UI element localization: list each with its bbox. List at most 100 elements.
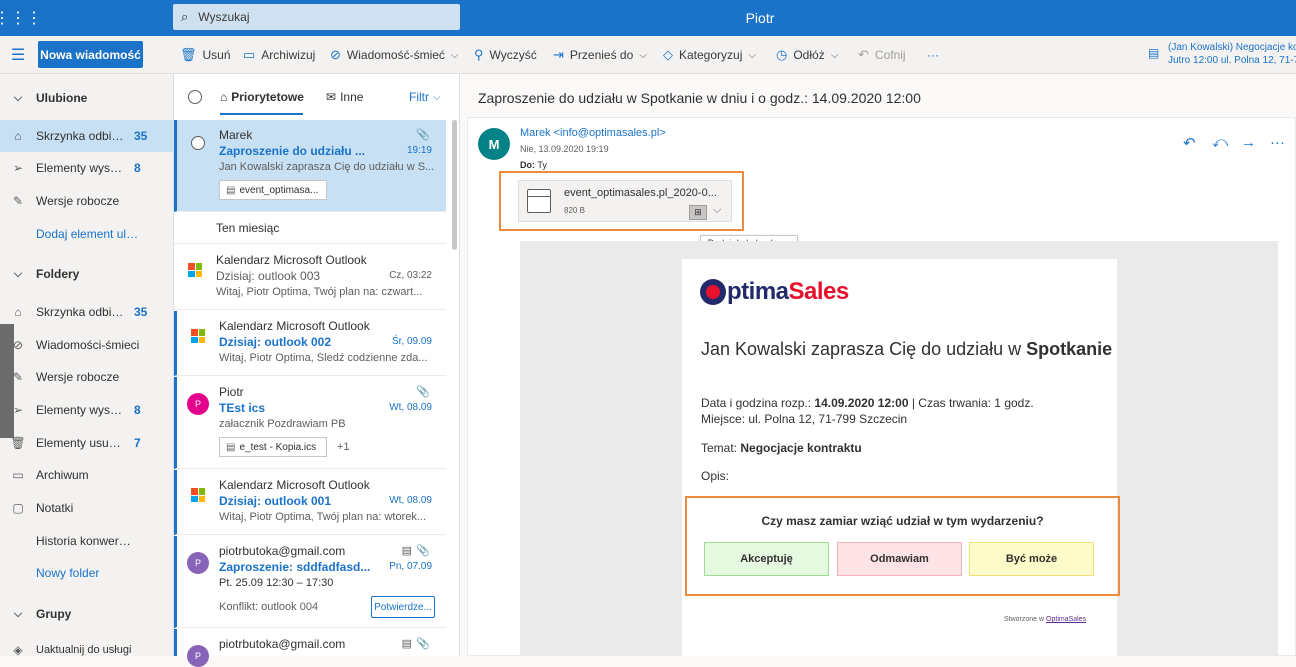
calendar-icon: ▤: [226, 184, 236, 196]
search-box[interactable]: ⌕ Wyszukaj: [173, 4, 460, 30]
tag-icon: ◇: [663, 47, 673, 62]
pane-resize-handle[interactable]: [0, 324, 14, 438]
more-attachments[interactable]: +1: [337, 441, 350, 453]
email-body: [682, 259, 1117, 656]
avatar: P: [187, 645, 209, 667]
new-message-button[interactable]: Nowa wiadomość: [38, 41, 143, 68]
new-folder-link[interactable]: Nowy folder: [0, 557, 173, 589]
confirm-button[interactable]: Potwierdze...: [371, 596, 435, 618]
calendar-icon: ▤: [401, 545, 412, 557]
sender-address[interactable]: Marek <info@optimasales.pl>: [520, 127, 666, 139]
list-item[interactable]: P piotrbutoka@gmail.com ▤ 📎 Zaproszenie:…: [174, 536, 446, 628]
inbox-icon: ⌂: [14, 305, 22, 319]
upgrade-link[interactable]: ◈ Uaktualnij do usługi: [0, 634, 173, 666]
nav-junk[interactable]: ⊘ Wiadomości-śmieci: [0, 329, 173, 361]
paperclip-icon: 📎: [416, 638, 430, 650]
nav-conversation-history[interactable]: Historia konwersacji: [0, 525, 173, 557]
accept-button[interactable]: Akceptuję: [704, 542, 829, 576]
mail-icon: ✉: [326, 90, 337, 104]
nav-notes[interactable]: ▢ Notatki: [0, 492, 173, 524]
inbox-icon: ⌂: [220, 90, 228, 104]
undo-icon: ↶: [858, 47, 869, 62]
reminder-notification[interactable]: ▤ (Jan Kowalski) Negocjacje kontraktu Ju…: [1146, 40, 1296, 70]
list-item[interactable]: Marek 📎 Zaproszenie do udziału ... 19:19…: [174, 120, 446, 212]
broom-icon: ⚲: [474, 47, 484, 62]
invitation-headline: Jan Kowalski zaprasza Cię do udziału w S…: [701, 339, 1113, 359]
list-item[interactable]: P piotrbutoka@gmail.com ▤ 📎: [174, 629, 446, 667]
undo-button[interactable]: ↶ Cofnij: [858, 36, 906, 74]
more-commands-button[interactable]: ···: [927, 36, 939, 74]
folder-move-icon: ⇥: [553, 47, 564, 62]
sweep-button[interactable]: ⚲ Wyczyść: [474, 36, 537, 74]
delete-button[interactable]: 🗑 Usuń: [180, 36, 231, 74]
user-name[interactable]: Piotr: [720, 0, 800, 36]
sender-avatar[interactable]: M: [478, 128, 510, 160]
decline-button[interactable]: Odmawiam: [837, 542, 962, 576]
attachment-chip[interactable]: ▤ e_test - Kopia.ics: [219, 437, 327, 457]
diamond-icon: ◈: [13, 643, 23, 657]
hamburger-menu-icon[interactable]: ☰: [0, 36, 36, 74]
trash-icon: 🗑: [10, 436, 26, 450]
reply-all-icon[interactable]: ⤺: [1212, 134, 1228, 151]
chevron-down-icon: ⌵: [13, 91, 23, 104]
nav-inbox[interactable]: ⌂Skrzynka odbiorcza35: [0, 296, 173, 328]
nav-fav-inbox[interactable]: ⌂Skrzynka odbiorcza35: [0, 120, 173, 152]
archive-icon: ▭: [12, 468, 24, 482]
categorize-button[interactable]: ◇ Kategoryzuj ⌵: [663, 36, 756, 74]
chevron-down-icon: ⌵: [433, 91, 441, 103]
microsoft-logo-icon: [191, 329, 205, 343]
groups-header[interactable]: ⌵ Grupy: [0, 598, 173, 630]
add-to-calendar-icon[interactable]: ⊞: [689, 205, 707, 220]
select-all-checkbox[interactable]: [188, 74, 202, 120]
avatar: P: [187, 393, 209, 415]
chevron-down-icon: ⌵: [13, 607, 23, 620]
list-item[interactable]: P Piotr 📎 TEst ics Wt, 08.09 załacznik P…: [174, 377, 446, 469]
junk-button[interactable]: ⊘ Wiadomość-śmieć ⌵: [330, 36, 459, 74]
rsvp-question: Czy masz zamiar wziąć udział w tym wydar…: [761, 514, 1044, 528]
nav-drafts[interactable]: ✎ Wersje robocze: [0, 361, 173, 393]
move-to-button[interactable]: ⇥ Przenieś do ⌵: [553, 36, 647, 74]
maybe-button[interactable]: Być może: [969, 542, 1094, 576]
attachment-chip[interactable]: ▤ event_optimasa...: [219, 180, 327, 200]
filter-button[interactable]: Filtr ⌵: [409, 74, 441, 120]
add-favorite-link[interactable]: Dodaj element ulubiony: [0, 218, 173, 250]
optimasales-link[interactable]: OptimaSales: [1046, 616, 1086, 623]
chevron-down-icon[interactable]: ⌵: [639, 50, 647, 61]
archive-button[interactable]: ▭ Archiwizuj: [243, 36, 315, 74]
tab-other[interactable]: ✉ Inne: [326, 74, 363, 120]
nav-fav-sent[interactable]: ➢ Elementy wysłane 8: [0, 152, 173, 184]
nav-deleted[interactable]: 🗑Elementy usunięte7: [0, 427, 173, 459]
forward-icon[interactable]: →: [1241, 134, 1256, 151]
chevron-down-icon[interactable]: ⌵: [713, 204, 721, 217]
calendar-icon: ▤: [226, 441, 236, 453]
event-description: Opis:: [701, 469, 730, 483]
attachment-size: 820 B: [564, 206, 585, 215]
nav-sent[interactable]: ➢ Elementy wysłane 8: [0, 394, 173, 426]
reply-icon[interactable]: ↶: [1183, 134, 1196, 152]
trash-icon: 🗑: [180, 47, 197, 62]
reminder-details: Jutro 12:00 ul. Polna 12, 71-799 Szczeci…: [1168, 55, 1296, 66]
section-header: Ten miesiąc: [174, 212, 446, 244]
app-launcher-icon[interactable]: ⋮⋮⋮: [0, 0, 42, 36]
search-input[interactable]: Wyszukaj: [198, 10, 249, 24]
avatar: P: [187, 552, 209, 574]
chevron-down-icon[interactable]: ⌵: [831, 50, 839, 61]
calendar-icon: ▤: [401, 638, 412, 650]
event-datetime: Data i godzina rozp.: 14.09.2020 12:00 |…: [701, 396, 1034, 410]
chevron-down-icon[interactable]: ⌵: [451, 50, 459, 61]
favorites-header[interactable]: ⌵ Ulubione: [0, 82, 173, 114]
optimasales-logo: ptima Sales: [700, 274, 849, 310]
folders-header[interactable]: ⌵ Foldery: [0, 258, 173, 290]
message-subject: Zaproszenie do udziału w Spotkanie w dni…: [478, 90, 921, 106]
nav-archive[interactable]: ▭ Archiwum: [0, 459, 173, 491]
select-radio[interactable]: [191, 136, 205, 150]
list-item[interactable]: Kalendarz Microsoft Outlook Dzisiaj: out…: [174, 311, 446, 376]
nav-fav-drafts[interactable]: ✎ Wersje robocze: [0, 185, 173, 217]
pencil-icon: ✎: [12, 194, 24, 208]
snooze-button[interactable]: ◷ Odłóż ⌵: [776, 36, 838, 74]
more-actions-icon[interactable]: ···: [1270, 134, 1285, 151]
list-item[interactable]: Kalendarz Microsoft Outlook Dzisiaj: out…: [174, 245, 446, 310]
list-scrollbar[interactable]: [452, 120, 457, 250]
chevron-down-icon[interactable]: ⌵: [748, 50, 756, 61]
list-item[interactable]: Kalendarz Microsoft Outlook Dzisiaj: out…: [174, 470, 446, 535]
